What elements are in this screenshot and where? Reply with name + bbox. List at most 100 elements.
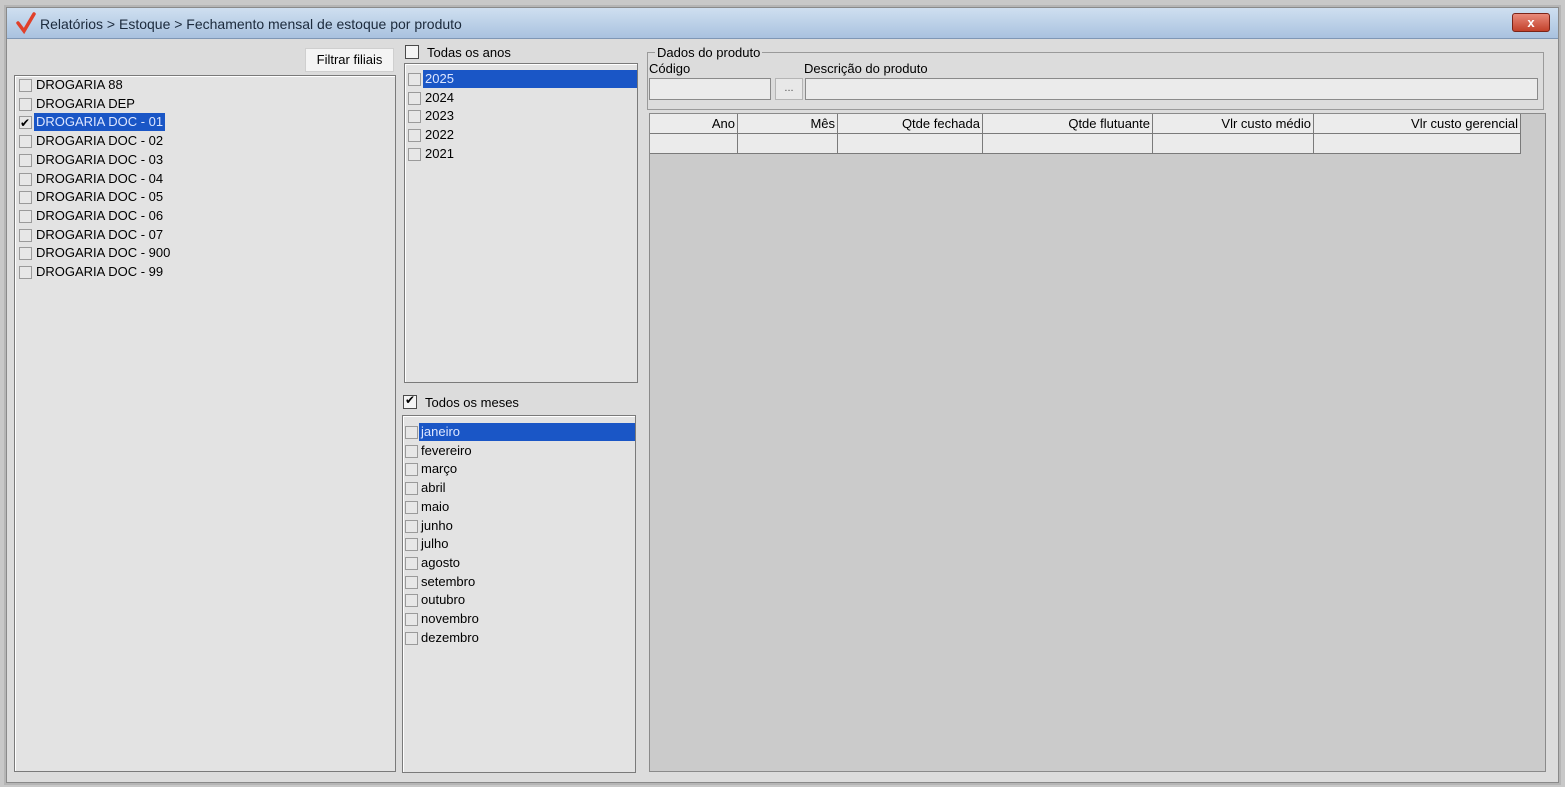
- list-item[interactable]: maio: [403, 498, 635, 516]
- results-grid[interactable]: Ano Mês Qtde fechada Qtde flutuante Vlr cust…: [649, 113, 1546, 772]
- column-header[interactable]: Mês: [738, 114, 838, 134]
- item-checkbox[interactable]: [408, 110, 421, 124]
- item-label: DROGARIA DOC - 99: [36, 264, 164, 279]
- all-months-label: Todos os meses: [425, 395, 519, 410]
- item-checkbox[interactable]: [405, 538, 418, 552]
- description-label: Descrição do produto: [804, 61, 928, 76]
- item-checkbox[interactable]: [405, 556, 418, 570]
- item-label: 2024: [425, 89, 454, 105]
- list-item[interactable]: agosto: [403, 554, 635, 572]
- code-input[interactable]: [649, 78, 771, 100]
- item-checkbox[interactable]: [405, 426, 418, 439]
- filter-branches-button[interactable]: Filtrar filiais: [305, 48, 394, 72]
- item-label: 2021: [425, 145, 454, 161]
- column-header[interactable]: Vlr custo médio: [1153, 114, 1314, 134]
- month-list[interactable]: janeiro fevereiro março abril maio junho julho…: [402, 415, 636, 773]
- all-years-checkbox[interactable]: [405, 45, 419, 59]
- item-label: janeiro: [419, 423, 635, 441]
- list-item[interactable]: DROGARIA DOC - 02: [15, 132, 395, 150]
- list-item[interactable]: DROGARIA DOC - 99: [15, 263, 395, 281]
- list-item[interactable]: DROGARIA DOC - 900: [15, 244, 395, 262]
- table-cell[interactable]: [1153, 134, 1314, 154]
- all-months-checkbox[interactable]: [403, 393, 417, 409]
- item-label: novembro: [421, 611, 479, 626]
- list-item[interactable]: DROGARIA DOC - 05: [15, 188, 395, 206]
- year-list[interactable]: 2025 2024 2023 2022 2021: [404, 63, 638, 383]
- grid-header: Ano Mês Qtde fechada Qtde flutuante Vlr cust…: [650, 114, 1521, 134]
- item-checkbox[interactable]: [19, 135, 32, 149]
- list-item[interactable]: julho: [403, 535, 635, 553]
- item-checkbox[interactable]: [19, 247, 32, 261]
- list-item[interactable]: DROGARIA DOC - 04: [15, 170, 395, 188]
- list-item[interactable]: outubro: [403, 591, 635, 609]
- table-row[interactable]: [650, 134, 1521, 154]
- item-checkbox[interactable]: [19, 209, 32, 223]
- item-checkbox[interactable]: [19, 191, 32, 205]
- column-header[interactable]: Ano: [650, 114, 738, 134]
- list-item[interactable]: junho: [403, 517, 635, 535]
- checkmark-logo-icon: [16, 12, 36, 34]
- item-label: DROGARIA DEP: [36, 95, 135, 111]
- item-checkbox[interactable]: [408, 129, 421, 143]
- item-checkbox[interactable]: [405, 482, 418, 496]
- table-cell[interactable]: [650, 134, 738, 154]
- list-item[interactable]: fevereiro: [403, 442, 635, 460]
- list-item[interactable]: DROGARIA DOC - 03: [15, 151, 395, 169]
- item-checkbox[interactable]: [19, 172, 32, 186]
- list-item[interactable]: 2022: [405, 126, 637, 144]
- window-title: Relatórios > Estoque > Fechamento mensal…: [40, 16, 462, 32]
- item-checkbox[interactable]: [405, 463, 418, 477]
- item-checkbox[interactable]: [19, 266, 32, 279]
- list-item[interactable]: DROGARIA DOC - 01: [15, 113, 395, 132]
- column-header[interactable]: Vlr custo gerencial: [1314, 114, 1521, 134]
- item-label: julho: [421, 536, 449, 552]
- branch-list[interactable]: DROGARIA 88 DROGARIA DEP DROGARIA DOC - 01…: [14, 75, 396, 772]
- item-checkbox[interactable]: [405, 594, 418, 608]
- item-checkbox[interactable]: [19, 153, 32, 167]
- list-item[interactable]: DROGARIA 88: [15, 76, 395, 94]
- item-label: março: [421, 461, 458, 477]
- list-item[interactable]: 2023: [405, 107, 637, 125]
- list-item[interactable]: 2025: [405, 70, 637, 88]
- list-item[interactable]: abril: [403, 479, 635, 497]
- column-header[interactable]: Qtde fechada: [838, 114, 983, 134]
- item-label: DROGARIA DOC - 07: [36, 226, 164, 242]
- list-item[interactable]: dezembro: [403, 629, 635, 647]
- list-item[interactable]: 2021: [405, 145, 637, 163]
- table-cell[interactable]: [738, 134, 838, 154]
- product-lookup-button[interactable]: ...: [775, 78, 803, 100]
- item-checkbox[interactable]: [408, 147, 421, 161]
- item-label: DROGARIA DOC - 05: [36, 189, 164, 205]
- item-checkbox[interactable]: [405, 519, 418, 533]
- item-checkbox[interactable]: [19, 228, 32, 242]
- list-item[interactable]: março: [403, 460, 635, 478]
- item-checkbox[interactable]: [408, 91, 421, 105]
- item-checkbox[interactable]: [405, 500, 418, 514]
- item-checkbox[interactable]: [19, 79, 32, 92]
- item-label: fevereiro: [421, 442, 472, 458]
- item-checkbox[interactable]: [408, 73, 421, 86]
- item-checkbox[interactable]: [405, 444, 418, 458]
- item-checkbox[interactable]: [405, 575, 418, 589]
- column-header[interactable]: Qtde flutuante: [983, 114, 1153, 134]
- item-checkbox[interactable]: [405, 631, 418, 645]
- list-item[interactable]: janeiro: [403, 423, 635, 441]
- item-label: maio: [421, 498, 450, 514]
- table-cell[interactable]: [838, 134, 983, 154]
- item-label: 2023: [425, 108, 454, 124]
- description-input[interactable]: [805, 78, 1538, 100]
- item-checkbox[interactable]: [19, 97, 32, 111]
- item-checkbox[interactable]: [405, 613, 418, 626]
- list-item[interactable]: DROGARIA DEP: [15, 95, 395, 113]
- list-item[interactable]: setembro: [403, 573, 635, 591]
- close-button[interactable]: x: [1512, 13, 1550, 32]
- table-cell[interactable]: [1314, 134, 1521, 154]
- list-item[interactable]: 2024: [405, 89, 637, 107]
- list-item[interactable]: DROGARIA DOC - 06: [15, 207, 395, 225]
- list-item[interactable]: DROGARIA DOC - 07: [15, 226, 395, 244]
- item-checkbox[interactable]: [19, 114, 32, 132]
- list-item[interactable]: novembro: [403, 610, 635, 628]
- table-cell[interactable]: [983, 134, 1153, 154]
- item-label: DROGARIA DOC - 06: [36, 207, 164, 223]
- code-label: Código: [649, 61, 691, 76]
